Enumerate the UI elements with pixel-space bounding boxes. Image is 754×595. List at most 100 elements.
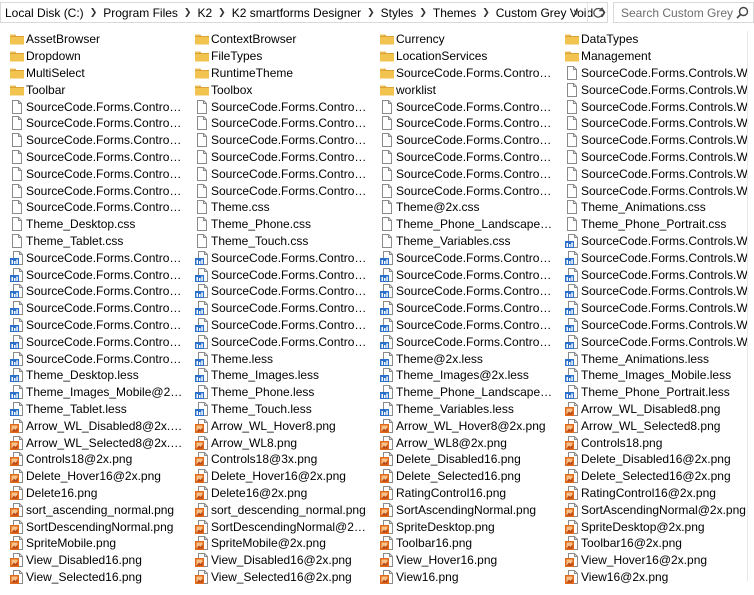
file-list-item[interactable]: Theme_Phone.less [185, 384, 370, 401]
file-list-item[interactable]: Controls18.png [555, 434, 747, 451]
file-list-item[interactable]: SourceCode.Forms.Controls.Web.Co... [185, 283, 370, 300]
file-list-item[interactable]: SourceCode.Forms.Controls.Web.Co... [555, 266, 747, 283]
file-list-item[interactable]: RatingControl16@2x.png [555, 485, 747, 502]
file-list-item[interactable]: SourceCode.Forms.Controls.Web.Co... [370, 98, 555, 115]
file-list-item[interactable]: Theme_Images_Mobile.less [555, 367, 747, 384]
file-list-item[interactable]: Theme_Phone_Portrait.less [555, 384, 747, 401]
file-list-item[interactable]: Theme_Touch.css [185, 233, 370, 250]
file-list-item[interactable]: Toolbox [185, 81, 370, 98]
file-list-item[interactable]: Theme_Images.less [185, 367, 370, 384]
file-list-item[interactable]: SourceCode.Forms.Controls.Web.Co... [555, 149, 747, 166]
file-list-item[interactable]: SourceCode.Forms.Controls.Web.Co... [0, 165, 185, 182]
file-list-item[interactable]: SortDescendingNormal.png [0, 518, 185, 535]
file-list-item[interactable]: SourceCode.Forms.Controls.Web.Co... [370, 165, 555, 182]
file-list-item[interactable]: SourceCode.Forms.Controls.Web.Co... [370, 333, 555, 350]
file-list-item[interactable]: SourceCode.Forms.Controls.Web.Co... [370, 300, 555, 317]
file-list-item[interactable]: FileTypes [185, 48, 370, 65]
file-list-item[interactable]: SourceCode.Forms.Controls.Web.Co... [185, 300, 370, 317]
file-list-item[interactable]: Delete16.png [0, 485, 185, 502]
file-list-item[interactable]: RuntimeTheme [185, 65, 370, 82]
file-list-item[interactable]: Management [555, 48, 747, 65]
breadcrumb-chevron-icon[interactable]: ❯ [362, 7, 380, 18]
file-list-item[interactable]: DataTypes [555, 31, 747, 48]
file-list-item[interactable]: SourceCode.Forms.Controls.Web.Co... [185, 249, 370, 266]
file-list-item[interactable]: SourceCode.Forms.Controls.Web.Co... [185, 266, 370, 283]
file-list-item[interactable]: Theme@2x.less [370, 350, 555, 367]
file-list-item[interactable]: SourceCode.Forms.Controls.Web.Co... [370, 115, 555, 132]
file-list-item[interactable]: Theme_Tablet.less [0, 401, 185, 418]
breadcrumb-chevron-icon[interactable]: ❯ [85, 7, 103, 18]
file-list-item[interactable]: SourceCode.Forms.Controls.Web.Co... [370, 149, 555, 166]
file-list-item[interactable]: Theme_Variables.less [370, 401, 555, 418]
file-list-item[interactable]: SourceCode.Forms.Controls.Web.Co... [0, 333, 185, 350]
file-list-item[interactable]: SourceCode.Forms.Controls.Web.Co... [370, 283, 555, 300]
file-list-item[interactable]: Delete16@2x.png [185, 485, 370, 502]
file-list-item[interactable]: SourceCode.Forms.Controls.Web.Co... [0, 300, 185, 317]
file-list-item[interactable]: View16@2x.png [555, 569, 747, 586]
file-list-item[interactable]: Theme_Desktop.css [0, 216, 185, 233]
file-list-item[interactable]: SourceCode.Forms.Controls.Web.Co... [555, 233, 747, 250]
file-list-item[interactable]: Delete_Hover16@2x.png [0, 468, 185, 485]
file-list-item[interactable]: View16.png [370, 569, 555, 586]
file-list-item[interactable]: SourceCode.Forms.Controls.Web.Co... [370, 132, 555, 149]
search-input[interactable] [614, 3, 734, 22]
refresh-button[interactable] [587, 3, 607, 22]
file-list-item[interactable]: Theme.less [185, 350, 370, 367]
breadcrumb-item-themes[interactable]: Themes [432, 6, 477, 20]
file-list-item[interactable]: SourceCode.Forms.Controls.Web.Co... [0, 350, 185, 367]
file-list-item[interactable]: SourceCode.Forms.Controls.Web.Co... [0, 249, 185, 266]
file-list-item[interactable]: SourceCode.Forms.Controls.Web.Co... [0, 98, 185, 115]
address-history-dropdown[interactable]: ∨ [567, 3, 585, 22]
file-list-item[interactable]: SourceCode.Forms.Controls.Web.Co... [185, 165, 370, 182]
file-list-item[interactable]: Theme_Touch.less [185, 401, 370, 418]
file-list-item[interactable]: SourceCode.Forms.Controls.Web.Co... [185, 333, 370, 350]
file-list-item[interactable]: Delete_Disabled16@2x.png [555, 451, 747, 468]
file-list-item[interactable]: LocationServices [370, 48, 555, 65]
file-list-item[interactable]: SourceCode.Forms.Controls.Web.Co... [0, 199, 185, 216]
file-list-item[interactable]: SourceCode.Forms.Controls.Web.Co... [555, 98, 747, 115]
file-list-item[interactable]: Controls18@3x.png [185, 451, 370, 468]
file-list-item[interactable]: Arrow_WL_Hover8.png [185, 417, 370, 434]
file-list-item[interactable]: View_Selected16.png [0, 569, 185, 586]
file-list-item[interactable]: sort_descending_normal.png [185, 501, 370, 518]
file-list-item[interactable]: SpriteMobile.png [0, 535, 185, 552]
file-list-item[interactable]: View_Disabled16@2x.png [185, 552, 370, 569]
file-list-item[interactable]: Theme_Phone_Landscape.less [370, 384, 555, 401]
file-list-item[interactable]: Theme_Images_Mobile@2x.less [0, 384, 185, 401]
file-list-item[interactable]: SourceCode.Forms.Controls.Web.Co... [555, 165, 747, 182]
file-list-item[interactable]: SourceCode.Forms.Controls.Web.Co... [185, 98, 370, 115]
address-box[interactable]: Local Disk (C:) ❯ Program Files ❯ K2 ❯ K… [0, 2, 608, 23]
file-list-item[interactable]: Delete_Hover16@2x.png [185, 468, 370, 485]
file-list-item[interactable]: Theme_Variables.css [370, 233, 555, 250]
file-list-item[interactable]: SourceCode.Forms.Controls.Web.Co... [370, 182, 555, 199]
file-list-item[interactable]: View_Hover16.png [370, 552, 555, 569]
file-list-item[interactable]: SourceCode.Forms.Controls.Web.Co... [0, 149, 185, 166]
file-list-item[interactable]: Toolbar16@2x.png [555, 535, 747, 552]
file-list-item[interactable]: SourceCode.Forms.Controls.Web.Co... [370, 317, 555, 334]
breadcrumb-item-styles[interactable]: Styles [380, 6, 415, 20]
file-list-item[interactable]: Currency [370, 31, 555, 48]
file-list-item[interactable]: Arrow_WL_Selected8.png [555, 417, 747, 434]
file-list-item[interactable]: SourceCode.Forms.Controls.Web.Co... [370, 65, 555, 82]
file-list-item[interactable]: Delete_Selected16.png [370, 468, 555, 485]
file-list-item[interactable]: Arrow_WL_Disabled8.png [555, 401, 747, 418]
breadcrumb-chevron-icon[interactable]: ❯ [179, 7, 197, 18]
file-list-item[interactable]: SourceCode.Forms.Controls.Web.Co... [555, 300, 747, 317]
file-list-item[interactable]: SortDescendingNormal@2x.png [185, 518, 370, 535]
breadcrumb-chevron-icon[interactable]: ❯ [477, 7, 495, 18]
file-list-item[interactable]: SourceCode.Forms.Controls.Web.Co... [555, 182, 747, 199]
file-list-item[interactable]: AssetBrowser [0, 31, 185, 48]
file-list-item[interactable]: SourceCode.Forms.Controls.Web.Co... [555, 249, 747, 266]
breadcrumb-item-k2-smartforms-designer[interactable]: K2 smartforms Designer [231, 6, 362, 20]
file-list-item[interactable]: SortAscendingNormal@2x.png [555, 501, 747, 518]
file-list-item[interactable]: SortAscendingNormal.png [370, 501, 555, 518]
file-list-item[interactable]: Theme_Animations.css [555, 199, 747, 216]
file-list-item[interactable]: SourceCode.Forms.Controls.Web.Co... [0, 317, 185, 334]
breadcrumb-item-program-files[interactable]: Program Files [102, 6, 179, 20]
file-list-item[interactable]: SourceCode.Forms.Controls.Web.Co... [0, 115, 185, 132]
file-list-item[interactable]: SourceCode.Forms.Controls.Web.Co... [185, 132, 370, 149]
file-list-item[interactable]: Theme_Phone_Landscape.css [370, 216, 555, 233]
file-list-item[interactable]: Theme@2x.css [370, 199, 555, 216]
breadcrumb-chevron-icon[interactable]: ❯ [213, 7, 231, 18]
file-list-item[interactable]: Arrow_WL8@2x.png [370, 434, 555, 451]
